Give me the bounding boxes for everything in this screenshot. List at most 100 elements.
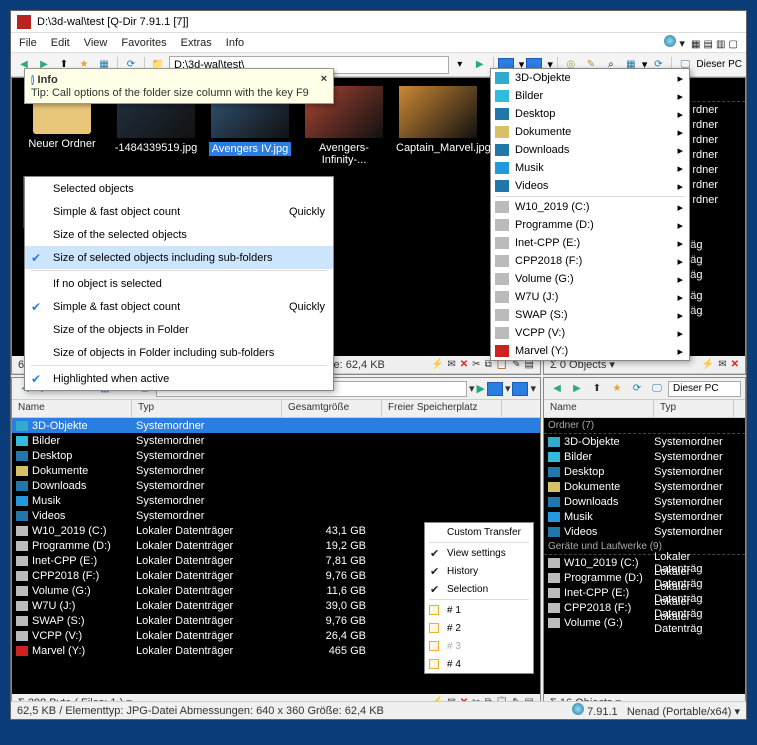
list-item[interactable]: MusikSystemordner xyxy=(12,493,540,508)
menu-view[interactable]: View xyxy=(84,37,108,49)
location-item[interactable]: Volume (G:)▸ xyxy=(491,270,689,288)
col-name[interactable]: Name xyxy=(544,400,654,417)
statusbar: 62,5 KB / Elementtyp: JPG-Datei Abmessun… xyxy=(11,701,746,719)
location-item[interactable]: VCPP (V:)▸ xyxy=(491,324,689,342)
refresh-button[interactable]: ⟳ xyxy=(628,380,646,398)
go-button[interactable]: ▶ xyxy=(471,56,489,74)
menu-edit[interactable]: Edit xyxy=(51,37,70,49)
col-type[interactable]: Typ xyxy=(654,400,734,417)
up-button[interactable]: ⬆ xyxy=(588,380,606,398)
menu-favorites[interactable]: Favorites xyxy=(121,37,166,49)
menu-item[interactable]: Selected objects xyxy=(25,177,333,200)
menubar: File Edit View Favorites Extras Info ▾ ▦… xyxy=(11,33,746,53)
submenu-item[interactable]: ✔History xyxy=(425,562,533,580)
info-tooltip: iInfo × Tip: Call options of the folder … xyxy=(24,68,334,104)
location-item[interactable]: Downloads▸ xyxy=(491,141,689,159)
location-item[interactable]: 3D-Objekte▸ xyxy=(491,69,689,87)
location-dropdown[interactable]: 3D-Objekte▸Bilder▸Desktop▸Dokumente▸Down… xyxy=(490,68,690,361)
list-item[interactable]: BilderSystemordner xyxy=(12,433,540,448)
custom-transfer-menu[interactable]: Custom Transfer✔View settings✔History✔Se… xyxy=(424,522,534,674)
back-button[interactable]: ◀ xyxy=(548,380,566,398)
menu-extras[interactable]: Extras xyxy=(181,37,212,49)
menu-info[interactable]: Info xyxy=(226,37,244,49)
submenu-slot[interactable]: # 1 xyxy=(425,601,533,619)
location-item[interactable]: Marvel (Y:)▸ xyxy=(491,342,689,360)
monitor-icon: 🖵 xyxy=(648,380,666,398)
col-name[interactable]: Name xyxy=(12,400,132,417)
location-item[interactable]: Videos▸ xyxy=(491,177,689,195)
location-item[interactable]: Musik▸ xyxy=(491,159,689,177)
mail-icon[interactable]: ✉ xyxy=(718,359,726,370)
window-title: D:\3d-wal\test [Q-Dir 7.91.1 [7]] xyxy=(37,16,189,28)
menu-item[interactable]: ✔Simple & fast object countQuickly xyxy=(25,295,333,318)
right-label: Dieser PC xyxy=(696,59,742,70)
location-item[interactable]: W7U (J:)▸ xyxy=(491,288,689,306)
menu-item[interactable]: Simple & fast object countQuickly xyxy=(25,200,333,223)
dropdown-arrow[interactable]: ▾ xyxy=(451,56,469,74)
menu-item[interactable]: Size of the selected objects xyxy=(25,223,333,246)
layout-btn-4[interactable]: ▢ xyxy=(729,39,738,50)
location-item[interactable]: Inet-CPP (E:)▸ xyxy=(491,234,689,252)
submenu-item[interactable]: ✔View settings xyxy=(425,544,533,562)
mail-icon[interactable]: ✉ xyxy=(447,359,455,370)
location-item[interactable]: SWAP (S:)▸ xyxy=(491,306,689,324)
layout-btn-2[interactable]: ▤ xyxy=(704,39,713,50)
fav-button[interactable]: ★ xyxy=(608,380,626,398)
pane-target[interactable] xyxy=(512,382,528,396)
menu-item[interactable]: If no object is selected xyxy=(25,272,333,295)
list-item[interactable]: Volume (G:)Lokaler Datenträg xyxy=(544,615,745,630)
bolt-icon[interactable]: ⚡ xyxy=(702,359,714,370)
col-size[interactable]: Gesamtgröße xyxy=(282,400,382,417)
menu-item[interactable]: ✔Size of selected objects including sub-… xyxy=(25,246,333,269)
list-item[interactable]: BilderSystemordner xyxy=(544,449,745,464)
size-options-menu[interactable]: Selected objectsSimple & fast object cou… xyxy=(24,176,334,391)
globe-icon[interactable] xyxy=(664,35,676,47)
list-item[interactable]: DesktopSystemordner xyxy=(544,464,745,479)
br-path[interactable] xyxy=(668,381,741,397)
bolt-icon[interactable]: ⚡ xyxy=(431,359,443,370)
menu-item[interactable]: Size of objects in Folder including sub-… xyxy=(25,341,333,364)
location-item[interactable]: Bilder▸ xyxy=(491,87,689,105)
close-icon[interactable]: × xyxy=(321,73,327,87)
submenu-slot[interactable]: # 4 xyxy=(425,655,533,673)
list-item[interactable]: MusikSystemordner xyxy=(544,509,745,524)
menu-item[interactable]: ✔Highlighted when active xyxy=(25,367,333,390)
pane-target[interactable] xyxy=(487,382,503,396)
layout-btn-3[interactable]: ▥ xyxy=(716,39,725,50)
group-header[interactable]: Ordner (7) xyxy=(544,418,745,434)
layout-btn-1[interactable]: ▦ xyxy=(691,39,700,50)
col-free[interactable]: Freier Speicherplatz xyxy=(382,400,502,417)
list-item[interactable]: DokumenteSystemordner xyxy=(12,463,540,478)
list-item[interactable]: VideosSystemordner xyxy=(544,524,745,539)
list-item[interactable]: 3D-ObjekteSystemordner xyxy=(12,418,540,433)
delete-icon[interactable]: ✕ xyxy=(731,359,739,370)
delete-icon[interactable]: ✕ xyxy=(460,359,468,370)
location-item[interactable]: Dokumente▸ xyxy=(491,123,689,141)
info-text: Tip: Call options of the folder size col… xyxy=(31,87,327,99)
submenu-slot: # 3 xyxy=(425,637,533,655)
list-item[interactable]: DokumenteSystemordner xyxy=(544,479,745,494)
cut-icon[interactable]: ✂ xyxy=(472,359,480,370)
list-item[interactable]: DownloadsSystemordner xyxy=(544,494,745,509)
list-item[interactable]: DownloadsSystemordner xyxy=(12,478,540,493)
location-item[interactable]: W10_2019 (C:)▸ xyxy=(491,198,689,216)
thumbnail-item[interactable]: Captain_Marvel.jpg xyxy=(396,86,480,166)
go-button[interactable]: ▶ xyxy=(476,382,484,395)
dropdown-arrow[interactable]: ▾ xyxy=(469,382,475,395)
location-item[interactable]: Desktop▸ xyxy=(491,105,689,123)
bl-columns[interactable]: Name Typ Gesamtgröße Freier Speicherplat… xyxy=(12,400,540,418)
br-columns[interactable]: Name Typ xyxy=(544,400,745,418)
col-type[interactable]: Typ xyxy=(132,400,282,417)
location-item[interactable]: Programme (D:)▸ xyxy=(491,216,689,234)
submenu-slot[interactable]: # 2 xyxy=(425,619,533,637)
titlebar: D:\3d-wal\test [Q-Dir 7.91.1 [7]] xyxy=(11,11,746,33)
status-version: 7.91.1 xyxy=(587,706,618,718)
list-item[interactable]: 3D-ObjekteSystemordner xyxy=(544,434,745,449)
location-item[interactable]: CPP2018 (F:)▸ xyxy=(491,252,689,270)
submenu-item[interactable]: ✔Selection xyxy=(425,580,533,598)
list-item[interactable]: VideosSystemordner xyxy=(12,508,540,523)
menu-item[interactable]: Size of the objects in Folder xyxy=(25,318,333,341)
list-item[interactable]: DesktopSystemordner xyxy=(12,448,540,463)
forward-button[interactable]: ▶ xyxy=(568,380,586,398)
menu-file[interactable]: File xyxy=(19,37,37,49)
